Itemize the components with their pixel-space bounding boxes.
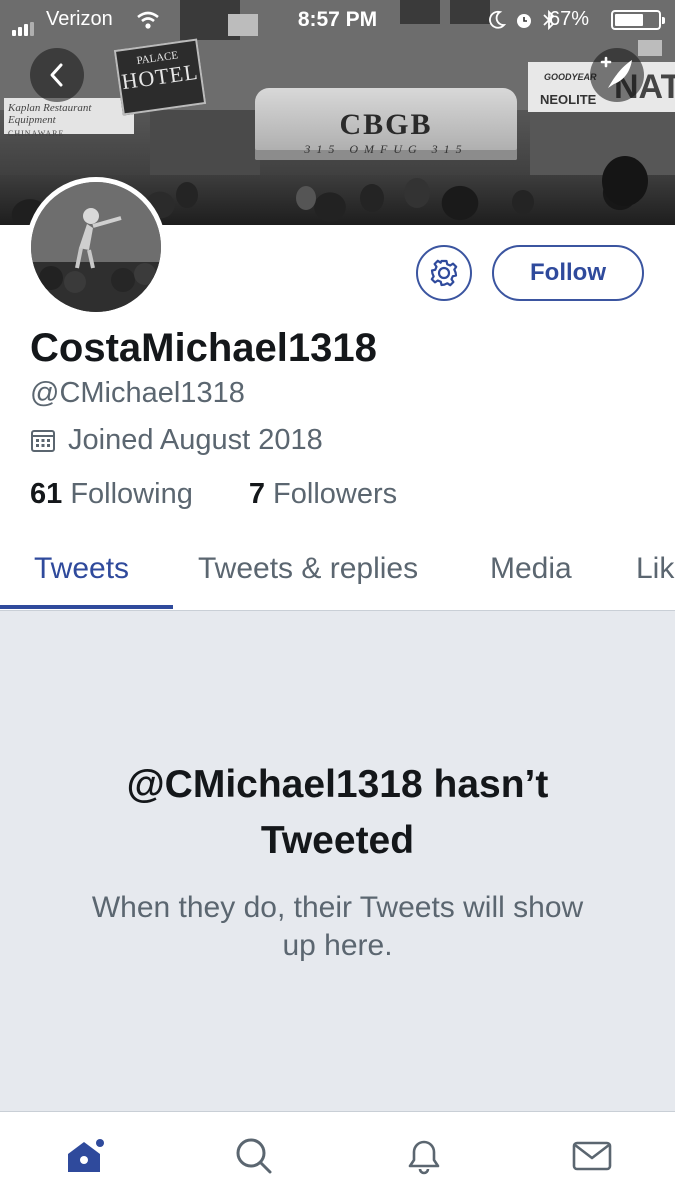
following-label: Following <box>70 478 193 510</box>
tab-tweets-replies[interactable]: Tweets & replies <box>198 552 418 586</box>
followers-link[interactable]: 7 Followers <box>249 478 397 510</box>
home-icon <box>68 1139 104 1172</box>
joined-date: Joined August 2018 <box>30 424 323 457</box>
tab-media[interactable]: Media <box>490 552 572 586</box>
search-icon <box>236 1138 272 1174</box>
cbgb-awning: CBGB 315 OMFUG 315 <box>255 88 517 160</box>
battery-percent: 67% <box>548 8 589 30</box>
empty-timeline: @CMichael1318 hasn’t Tweeted When they d… <box>0 611 675 1111</box>
store-sign: Kaplan Restaurant Equipment CHINAWARE <box>4 98 134 138</box>
followers-label: Followers <box>273 478 398 510</box>
nav-messages[interactable] <box>570 1134 614 1178</box>
nav-notifications[interactable] <box>402 1134 446 1178</box>
notifications-icon <box>408 1140 440 1175</box>
status-bar: Verizon 8:57 PM 67% <box>0 0 675 40</box>
hotel-sign: PALACE HOTEL <box>113 38 207 116</box>
user-handle: @CMichael1318 <box>30 377 245 409</box>
chevron-left-icon <box>50 63 63 87</box>
alarm-icon <box>517 14 531 28</box>
gear-icon <box>430 259 458 287</box>
bottom-tab-bar <box>0 1111 675 1201</box>
compose-tweet-button[interactable] <box>590 48 644 102</box>
calendar-icon <box>31 430 55 452</box>
joined-label: Joined August 2018 <box>68 424 323 456</box>
avatar-photo <box>31 182 161 312</box>
following-count: 61 <box>30 478 63 510</box>
follow-counts: 61 Following 7 Followers <box>30 478 397 511</box>
tab-likes[interactable]: Lik <box>636 552 674 586</box>
active-tab-indicator <box>0 605 173 609</box>
empty-state-subtitle: When they do, their Tweets will show up … <box>91 891 584 962</box>
nav-search[interactable] <box>232 1134 276 1178</box>
profile-tabs: Tweets Tweets & replies Media Lik <box>0 542 675 611</box>
settings-button[interactable] <box>416 245 472 301</box>
display-name: CostaMichael1318 <box>30 326 377 370</box>
tab-tweets[interactable]: Tweets <box>34 552 129 586</box>
follow-button[interactable]: Follow <box>492 245 644 301</box>
empty-state-title: @CMichael1318 hasn’t Tweeted <box>126 763 549 862</box>
moon-icon <box>489 10 506 29</box>
messages-icon <box>572 1141 612 1171</box>
following-link[interactable]: 61 Following <box>30 478 193 510</box>
compose-feather-icon <box>600 56 632 88</box>
avatar[interactable] <box>26 177 166 317</box>
nav-home[interactable] <box>64 1134 108 1178</box>
back-button[interactable] <box>30 48 84 102</box>
battery-icon <box>611 10 665 30</box>
followers-count: 7 <box>248 478 265 510</box>
